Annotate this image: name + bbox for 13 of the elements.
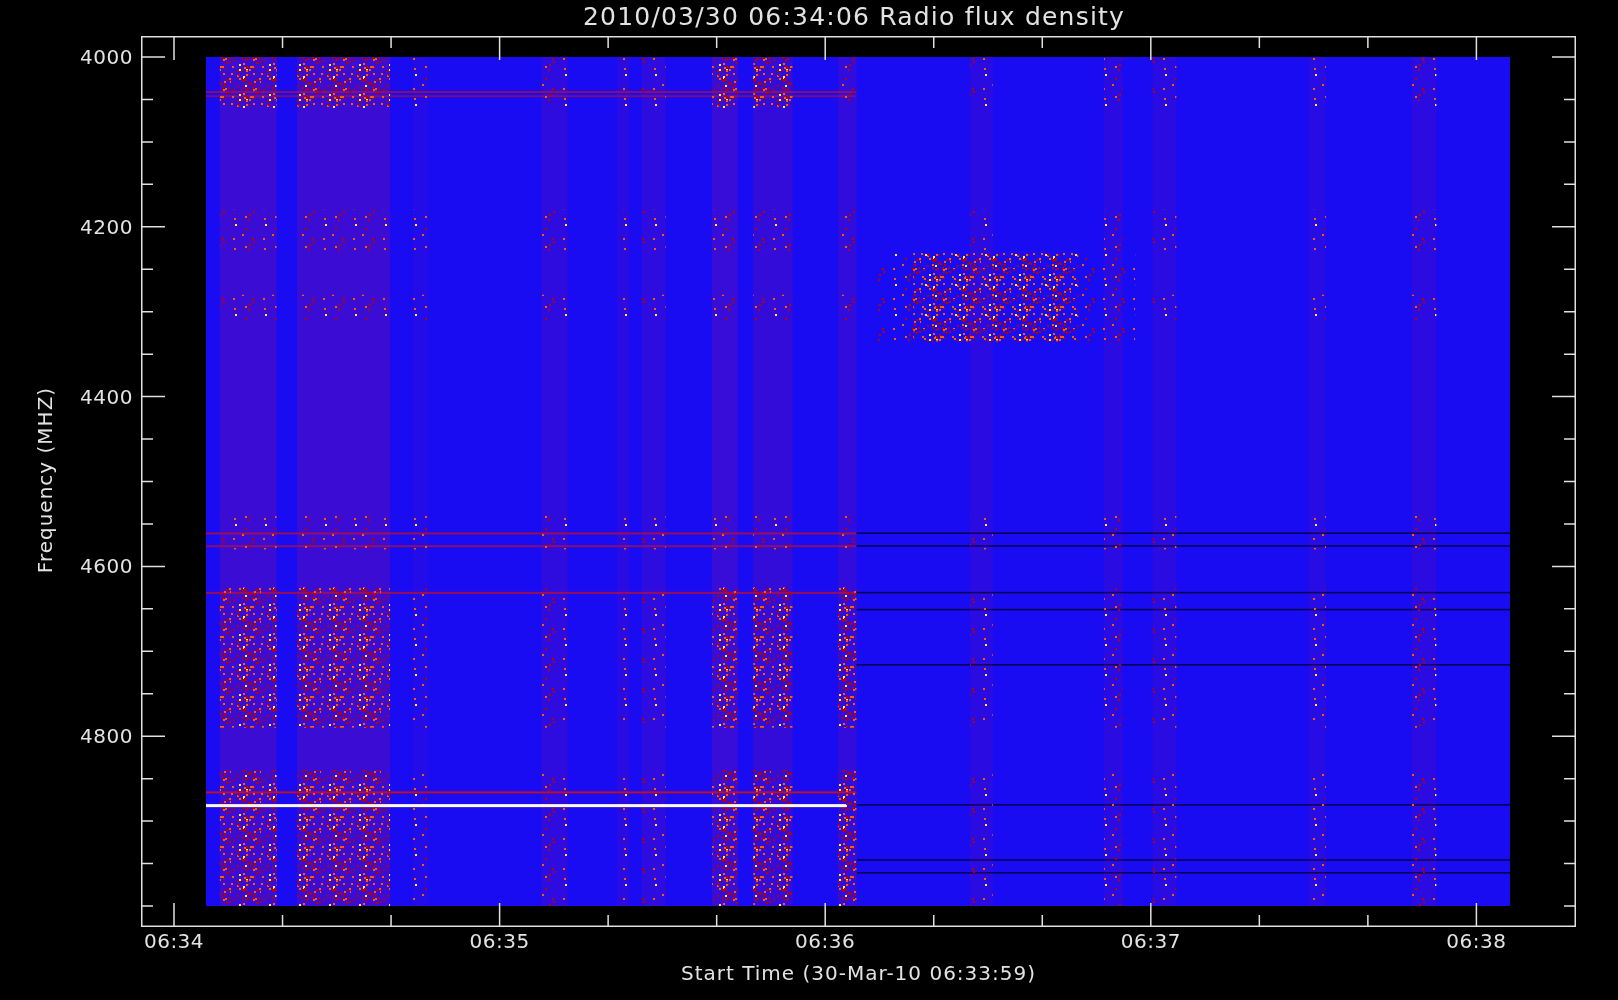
tick-label: 06:38 [1446, 929, 1507, 953]
axis-label: Start Time (30-Mar-10 06:33:59) [680, 961, 1037, 985]
axis-label: Frequency (MHZ) [33, 386, 57, 573]
tick-label: 4000 [80, 46, 133, 68]
tick-label: 4400 [80, 385, 133, 408]
tick-label: 4800 [80, 725, 133, 748]
plot-title: 2010/03/30 06:34:06 Radio flux density [582, 1, 1126, 31]
tick-label: 4600 [80, 555, 133, 578]
tick-label: 06:37 [1120, 929, 1181, 953]
tick-label: 4200 [80, 215, 133, 238]
tick-label: 06:35 [469, 929, 530, 953]
tick-label: 06:34 [143, 929, 205, 953]
tick-label: 06:36 [795, 929, 856, 953]
